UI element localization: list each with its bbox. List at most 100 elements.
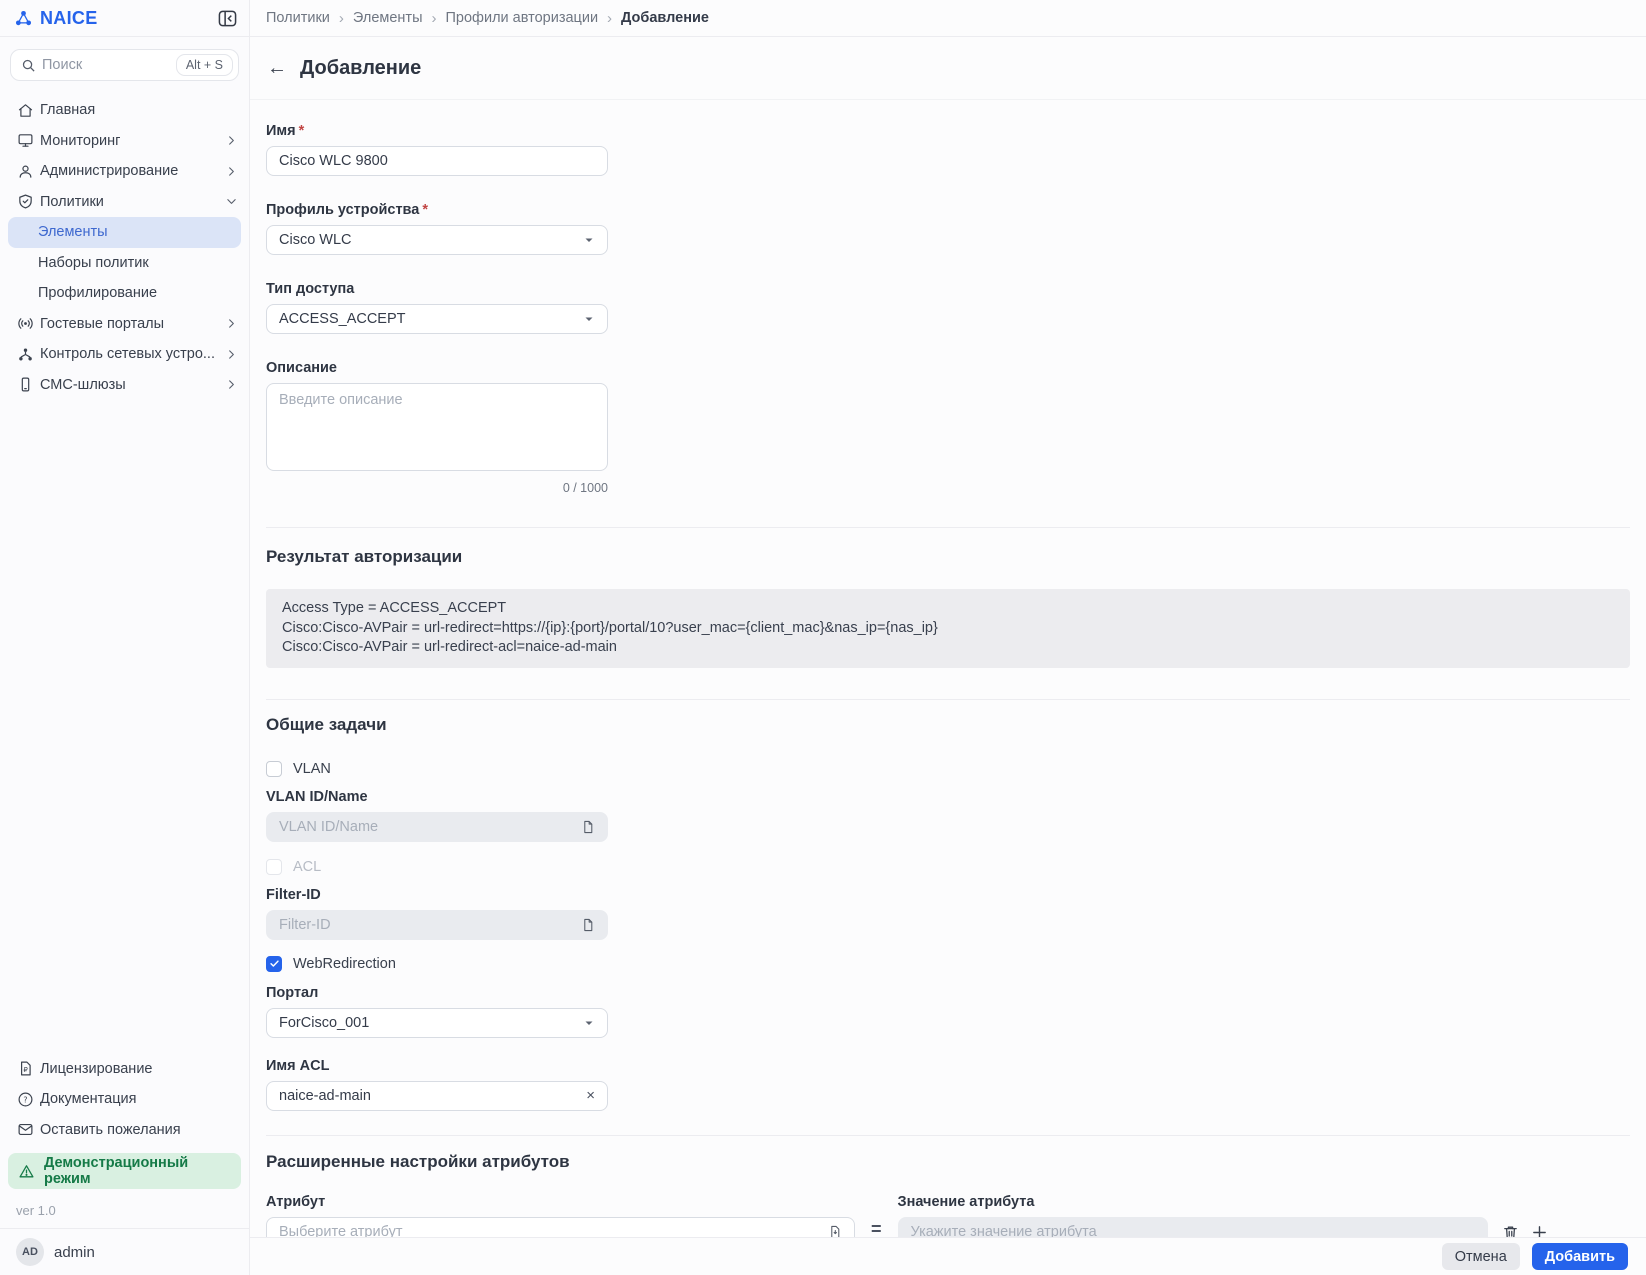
sidebar-item-profiling[interactable]: Профилирование xyxy=(0,278,249,309)
auth-result-heading: Результат авторизации xyxy=(266,547,1630,567)
acl-name-input[interactable] xyxy=(279,1088,586,1104)
vlan-id-input xyxy=(279,819,581,835)
search-input[interactable] xyxy=(42,57,170,73)
webredirection-checkbox-label: WebRedirection xyxy=(293,956,396,972)
attribute-value-label: Значение атрибута xyxy=(898,1194,1488,1210)
section-divider xyxy=(266,1135,1630,1136)
sidebar-item-network-devices-control[interactable]: Контроль сетевых устро... xyxy=(0,339,249,370)
sidebar-item-sms-gateways[interactable]: СМС-шлюзы xyxy=(0,370,249,401)
caret-down-icon xyxy=(583,1017,595,1029)
attribute-label: Атрибут xyxy=(266,1194,855,1210)
sidebar-item-licensing[interactable]: ₽ Лицензирование xyxy=(0,1054,249,1085)
page-title: Добавление xyxy=(300,57,421,80)
check-icon xyxy=(269,958,280,969)
user-icon xyxy=(16,162,35,181)
sidebar-item-guest-portals[interactable]: Гостевые порталы xyxy=(0,309,249,340)
svg-text:?: ? xyxy=(23,1095,27,1104)
sidebar-bottom-nav: ₽ Лицензирование ? Документация Оставить… xyxy=(0,1054,249,1146)
username-label: admin xyxy=(54,1244,95,1261)
filter-id-input xyxy=(279,917,581,933)
device-profile-select[interactable]: Cisco WLC xyxy=(266,225,608,255)
search-icon xyxy=(21,58,36,73)
sidebar-item-monitoring[interactable]: Мониторинг xyxy=(0,126,249,157)
envelope-icon xyxy=(16,1120,35,1139)
monitor-icon xyxy=(16,131,35,150)
sidebar-item-label: Контроль сетевых устро... xyxy=(40,346,215,362)
breadcrumb-item-policies[interactable]: Политики xyxy=(266,10,330,26)
acl-name-input-wrap: × xyxy=(266,1081,608,1111)
chevron-right-icon xyxy=(226,379,237,390)
demo-mode-badge: Демонстрационный режим xyxy=(8,1153,241,1189)
app-logo[interactable]: NAICE xyxy=(14,8,98,29)
char-counter: 0 / 1000 xyxy=(266,481,608,495)
sidebar-item-policies[interactable]: Политики xyxy=(0,187,249,218)
sidebar-item-feedback[interactable]: Оставить пожелания xyxy=(0,1115,249,1146)
warning-triangle-icon xyxy=(18,1163,35,1180)
breadcrumb-item-elements[interactable]: Элементы xyxy=(353,10,423,26)
vlan-checkbox[interactable] xyxy=(266,761,282,777)
section-divider xyxy=(266,699,1630,700)
device-profile-label: Профиль устройства* xyxy=(266,202,608,218)
sidebar-collapse-icon[interactable] xyxy=(218,9,237,28)
sidebar-item-label: Профилирование xyxy=(38,285,157,301)
breadcrumb-separator-icon: › xyxy=(339,10,344,27)
vlan-id-label: VLAN ID/Name xyxy=(266,789,608,805)
name-input[interactable] xyxy=(279,153,595,169)
chevron-right-icon xyxy=(226,349,237,360)
portal-field-group: Портал ForCisco_001 xyxy=(266,985,608,1038)
clear-icon[interactable]: × xyxy=(586,1088,595,1103)
user-menu[interactable]: AD admin xyxy=(0,1228,249,1275)
form-content: Имя* Профиль устройства* Cisco WLC Тип д… xyxy=(250,100,1646,1275)
access-type-field-group: Тип доступа ACCESS_ACCEPT xyxy=(266,281,608,334)
demo-mode-label: Демонстрационный режим xyxy=(44,1155,231,1187)
naice-logo-icon xyxy=(14,9,33,28)
section-divider xyxy=(266,527,1630,528)
breadcrumb: Политики › Элементы › Профили авторизаци… xyxy=(250,0,1646,37)
footer-action-bar: Отмена Добавить xyxy=(250,1237,1646,1275)
sidebar-header: NAICE xyxy=(0,0,249,37)
acl-name-field-group: Имя ACL × xyxy=(266,1058,608,1111)
advanced-attributes-heading: Расширенные настройки атрибутов xyxy=(266,1152,1630,1172)
sidebar-item-documentation[interactable]: ? Документация xyxy=(0,1084,249,1115)
dictionary-file-icon[interactable] xyxy=(581,918,595,932)
portal-value: ForCisco_001 xyxy=(279,1015,369,1031)
home-icon xyxy=(16,101,35,120)
submit-button[interactable]: Добавить xyxy=(1532,1243,1628,1270)
sidebar-item-label: Мониторинг xyxy=(40,133,120,149)
caret-down-icon xyxy=(583,313,595,325)
breadcrumb-separator-icon: › xyxy=(607,10,612,27)
breadcrumb-item-current: Добавление xyxy=(621,10,709,26)
vlan-id-input-wrap xyxy=(266,812,608,842)
sidebar-item-label: Администрирование xyxy=(40,163,178,179)
cancel-button[interactable]: Отмена xyxy=(1442,1243,1520,1270)
filter-id-field-group: Filter-ID xyxy=(266,887,608,940)
svg-text:₽: ₽ xyxy=(24,1066,29,1074)
acl-checkbox xyxy=(266,859,282,875)
webredirection-checkbox-row: WebRedirection xyxy=(266,956,1630,972)
sidebar-item-policy-sets[interactable]: Наборы политик xyxy=(0,248,249,279)
main-area: Политики › Элементы › Профили авторизаци… xyxy=(250,0,1646,1275)
webredirection-checkbox[interactable] xyxy=(266,956,282,972)
access-point-icon xyxy=(16,314,35,333)
sidebar-item-home[interactable]: Главная xyxy=(0,95,249,126)
help-circle-icon: ? xyxy=(16,1090,35,1109)
sidebar-item-label: Главная xyxy=(40,102,95,118)
breadcrumb-separator-icon: › xyxy=(432,10,437,27)
breadcrumb-item-auth-profiles[interactable]: Профили авторизации xyxy=(446,10,599,26)
vlan-id-field-group: VLAN ID/Name xyxy=(266,789,608,842)
search-box[interactable]: Alt + S xyxy=(10,49,239,81)
acl-checkbox-label: ACL xyxy=(293,859,321,875)
app-window: NAICE Alt + S Главная Мониторинг xyxy=(0,0,1646,1275)
access-type-select[interactable]: ACCESS_ACCEPT xyxy=(266,304,608,334)
sidebar-item-administration[interactable]: Администрирование xyxy=(0,156,249,187)
required-asterisk: * xyxy=(299,123,305,139)
chevron-down-icon xyxy=(226,196,237,207)
sidebar-item-elements[interactable]: Элементы xyxy=(8,217,241,248)
description-label: Описание xyxy=(266,360,608,376)
description-textarea[interactable] xyxy=(266,383,608,471)
portal-select[interactable]: ForCisco_001 xyxy=(266,1008,608,1038)
name-input-wrap xyxy=(266,146,608,176)
dictionary-file-icon[interactable] xyxy=(581,820,595,834)
sidebar-item-label: СМС-шлюзы xyxy=(40,377,126,393)
back-arrow-icon[interactable]: ← xyxy=(267,58,287,78)
